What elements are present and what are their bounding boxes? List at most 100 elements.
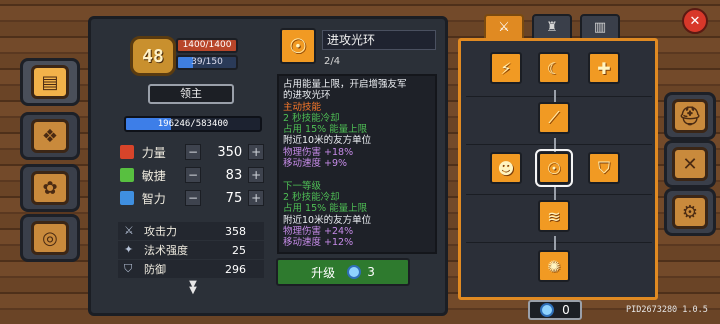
silhouette-icon: ☻ bbox=[497, 158, 515, 178]
tab-map[interactable]: ❖ bbox=[20, 112, 80, 160]
selected-skill-icon: ☉ bbox=[280, 28, 316, 64]
scroll-down-arrow-icon[interactable]: ▼ ▼ bbox=[178, 280, 208, 296]
shield-aura-icon: ⛉ bbox=[597, 158, 610, 177]
helmet-icon: ⛑ bbox=[672, 99, 708, 133]
skill-node-whirl[interactable]: ≋ bbox=[538, 200, 570, 232]
desc-line: 的进攻光环 bbox=[283, 90, 331, 102]
tower-tab-icon: ♜ bbox=[546, 19, 558, 35]
desc-line: 2 秒技能冷却 bbox=[283, 112, 340, 124]
hp-bar: 1400/1400 bbox=[176, 38, 238, 53]
stat-value: 350 bbox=[217, 144, 243, 160]
map-scroll-icon: ❖ bbox=[31, 119, 69, 153]
tree-divider bbox=[466, 242, 652, 243]
tree-divider bbox=[466, 194, 652, 195]
increase-button[interactable]: + bbox=[248, 144, 264, 160]
desc-line: 主动技能 bbox=[283, 101, 322, 113]
increase-button[interactable]: + bbox=[248, 167, 264, 183]
desc-line: 物理伤害 +18% bbox=[283, 146, 354, 158]
derived-value: 25 bbox=[232, 243, 246, 257]
stat-name: 敏捷 bbox=[141, 168, 166, 183]
derived-value: 296 bbox=[225, 262, 246, 276]
skill-node-blade[interactable]: ⟋ bbox=[538, 102, 570, 134]
skill-node-rage[interactable]: ☻ bbox=[490, 152, 522, 184]
decrease-button[interactable]: − bbox=[185, 167, 201, 183]
desc-line: 附近10米的友方单位 bbox=[283, 135, 372, 147]
plus-shield-icon: ✚ bbox=[597, 58, 611, 78]
xp-text: 196246/583400 bbox=[157, 119, 229, 129]
desc-line: 下一等级 bbox=[283, 180, 322, 192]
tree-connector bbox=[554, 186, 556, 200]
stat-name: 力量 bbox=[141, 145, 166, 160]
skill-node-titan[interactable]: ✺ bbox=[538, 250, 570, 282]
derived-row-spell-power: ✦ 法术强度 25 bbox=[118, 241, 264, 259]
tab-vehicle[interactable]: ◎ bbox=[20, 214, 80, 262]
skill-title: 进攻光环 bbox=[322, 30, 436, 50]
skill-node-sword-strike[interactable]: ⚡ bbox=[490, 52, 522, 84]
tab-settings[interactable]: ⚙ bbox=[664, 188, 716, 236]
skill-node-defense-aura[interactable]: ⛉ bbox=[588, 152, 620, 184]
shield-icon: ⛉ bbox=[124, 262, 133, 275]
agility-leaf-icon bbox=[120, 168, 134, 182]
desc-line: 占用 15% 能量上限 bbox=[283, 203, 368, 215]
increase-button[interactable]: + bbox=[248, 190, 264, 206]
desc-line: 占用 15% 能量上限 bbox=[283, 124, 368, 136]
tree-divider bbox=[466, 144, 652, 145]
sword-strike-icon: ⚡ bbox=[500, 58, 512, 78]
skill-points-counter: 0 bbox=[528, 300, 582, 320]
tab-skills[interactable]: ✕ bbox=[664, 140, 716, 188]
tab-journal[interactable]: ▤ bbox=[20, 58, 80, 106]
skill-level: 2/4 bbox=[324, 56, 341, 67]
desc-line: 2 秒技能冷却 bbox=[283, 191, 340, 203]
whirlwind-icon: ≋ bbox=[547, 206, 561, 226]
derived-name: 法术强度 bbox=[144, 244, 188, 257]
sword-tab-icon: ⚔ bbox=[498, 19, 510, 35]
titan-icon: ✺ bbox=[547, 256, 561, 276]
crossed-tools-icon: ✕ bbox=[672, 147, 708, 181]
stat-value: 75 bbox=[225, 190, 243, 206]
close-icon: ✕ bbox=[689, 13, 701, 29]
strength-fist-icon bbox=[120, 145, 134, 159]
mp-text: 39/150 bbox=[191, 57, 223, 67]
skill-node-heal[interactable]: ✚ bbox=[588, 52, 620, 84]
blade-icon: ⟋ bbox=[548, 108, 560, 127]
stat-row-strength: 力量 − 350 + bbox=[120, 142, 264, 162]
close-button[interactable]: ✕ bbox=[682, 8, 708, 34]
decrease-button[interactable]: − bbox=[185, 144, 201, 160]
desc-line: 附近10米的友方单位 bbox=[283, 214, 372, 226]
upgrade-button[interactable]: 升级 3 bbox=[276, 258, 410, 286]
wand-icon: ✦ bbox=[124, 243, 134, 256]
desc-line bbox=[283, 169, 431, 180]
tree-tab-sword[interactable]: ⚔ bbox=[484, 14, 524, 40]
level-badge: 48 bbox=[130, 36, 176, 76]
derived-row-defense: ⛉ 防御 296 bbox=[118, 260, 264, 278]
build-id: PID2673280 1.0.5 bbox=[626, 305, 708, 315]
derived-row-attack: ⚔ 攻击力 358 bbox=[118, 222, 264, 240]
desc-line: 移动速度 +9% bbox=[283, 158, 348, 170]
book-icon: ▤ bbox=[31, 65, 69, 99]
slash-icon: ☾ bbox=[546, 58, 562, 78]
tree-tab-castle[interactable]: ▥ bbox=[580, 14, 620, 40]
pawprint-icon: ✿ bbox=[31, 171, 69, 205]
tree-connector bbox=[554, 138, 556, 152]
stat-row-intellect: 智力 − 75 + bbox=[120, 188, 264, 208]
mp-bar: 39/150 bbox=[176, 55, 238, 70]
stat-name: 智力 bbox=[141, 191, 166, 206]
rank-button[interactable]: 领主 bbox=[148, 84, 234, 104]
stat-row-agility: 敏捷 − 83 + bbox=[120, 165, 264, 185]
skill-node-attack-aura[interactable]: ☉ bbox=[535, 149, 573, 187]
tree-tab-tower[interactable]: ♜ bbox=[532, 14, 572, 40]
derived-name: 防御 bbox=[144, 263, 166, 276]
sword-icon: ⚔ bbox=[124, 224, 134, 237]
stat-value: 83 bbox=[225, 167, 243, 183]
aura-icon: ☉ bbox=[546, 158, 562, 178]
skill-node-slash[interactable]: ☾ bbox=[538, 52, 570, 84]
tab-equipment[interactable]: ⛑ bbox=[664, 92, 716, 140]
intellect-book-icon bbox=[120, 191, 134, 205]
derived-value: 358 bbox=[225, 224, 246, 238]
decrease-button[interactable]: − bbox=[185, 190, 201, 206]
skill-point-icon bbox=[347, 265, 362, 279]
tab-pets[interactable]: ✿ bbox=[20, 164, 80, 212]
derived-name: 攻击力 bbox=[144, 225, 177, 238]
tree-divider bbox=[466, 96, 652, 97]
xp-bar: 196246/583400 bbox=[124, 116, 262, 132]
